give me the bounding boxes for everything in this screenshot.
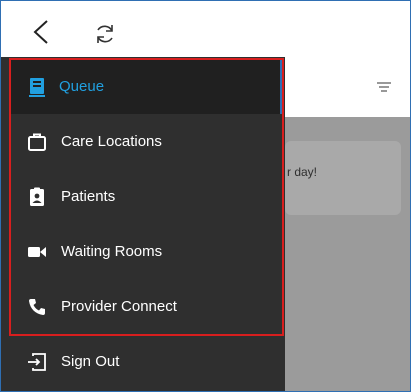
main-header — [285, 57, 410, 118]
chevron-left-icon[interactable] — [31, 19, 53, 45]
patient-badge-icon — [30, 187, 44, 206]
nav-item-provider-connect[interactable]: Provider Connect — [11, 279, 282, 334]
nav-item-waiting-rooms[interactable]: Waiting Rooms — [11, 224, 282, 279]
phone-icon — [29, 299, 45, 315]
filter-icon[interactable] — [377, 82, 391, 92]
briefcase-icon — [28, 133, 46, 151]
nav-item-queue[interactable]: Queue — [11, 59, 282, 114]
clipboard-list-icon — [29, 78, 45, 97]
nav-item-label: Provider Connect — [61, 298, 177, 315]
nav-item-label: Care Locations — [61, 133, 162, 150]
message-card: r day! — [285, 141, 401, 215]
sign-out-icon — [28, 353, 46, 371]
main-content-dimmed: r day! — [285, 117, 410, 391]
active-indicator — [280, 59, 282, 114]
video-camera-icon — [28, 247, 46, 257]
sign-out-button[interactable]: Sign Out — [11, 335, 282, 389]
nav-item-patients[interactable]: Patients — [11, 169, 282, 224]
sign-out-label: Sign Out — [61, 353, 120, 370]
app-window: r day! Queue Care Locations Patients Wai… — [0, 0, 411, 392]
nav-item-care-locations[interactable]: Care Locations — [11, 114, 282, 169]
message-text: r day! — [287, 165, 318, 179]
refresh-icon[interactable] — [93, 22, 117, 46]
nav-item-label: Queue — [59, 78, 105, 95]
nav-item-label: Patients — [61, 188, 116, 205]
nav-item-label: Waiting Rooms — [61, 243, 163, 260]
top-bar — [1, 1, 410, 57]
